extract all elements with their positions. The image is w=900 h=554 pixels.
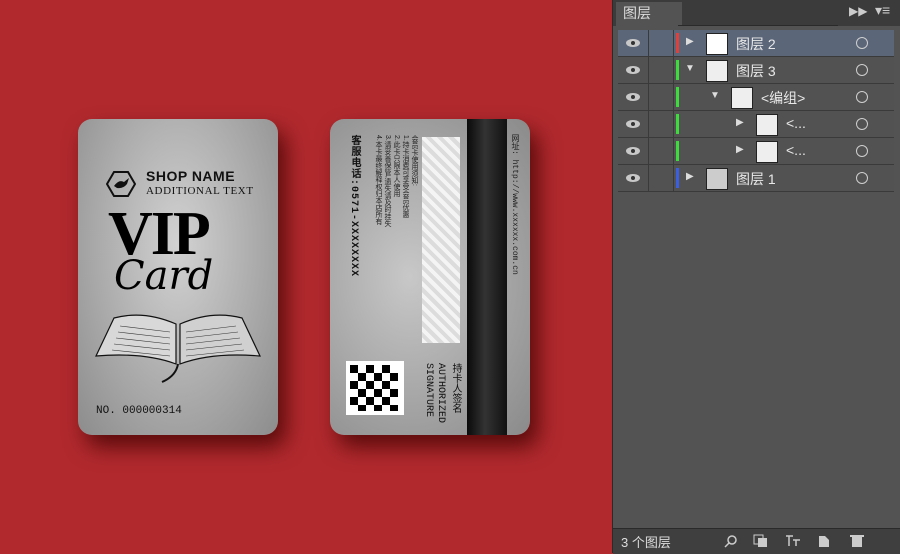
layer-thumbnail bbox=[731, 87, 753, 109]
authorized-signature-label: AUTHORIZED SIGNATURE bbox=[422, 363, 446, 423]
layer-row[interactable]: ▶ <... bbox=[618, 138, 894, 165]
expand-arrow-icon[interactable]: ▶ bbox=[686, 36, 694, 47]
layer-name[interactable]: 图层 3 bbox=[736, 61, 776, 81]
usage-note-line: 2.此卡只限本人使用 bbox=[393, 135, 400, 197]
shop-logo-icon bbox=[106, 171, 136, 197]
collapse-arrow-icon[interactable]: ▼ bbox=[685, 63, 695, 74]
expand-arrow-icon[interactable]: ▶ bbox=[686, 171, 694, 182]
eye-icon[interactable] bbox=[618, 57, 649, 83]
lock-toggle[interactable] bbox=[649, 57, 674, 83]
layer-name[interactable]: <... bbox=[786, 142, 806, 158]
layer-color-indicator bbox=[676, 60, 679, 80]
holder-signature-label: 持卡人签名 bbox=[450, 363, 461, 413]
layer-color-indicator bbox=[676, 141, 679, 161]
website-url: 网址: http://www.xxxxxx.com.cn bbox=[510, 134, 519, 275]
additional-text: ADDITIONAL TEXT bbox=[146, 185, 254, 197]
layer-name[interactable]: 图层 2 bbox=[736, 34, 776, 54]
qr-code-icon bbox=[346, 361, 404, 415]
lock-toggle[interactable] bbox=[649, 84, 674, 110]
layer-name[interactable]: <... bbox=[786, 115, 806, 131]
target-circle-icon[interactable] bbox=[856, 37, 868, 49]
layer-name[interactable]: 图层 1 bbox=[736, 169, 776, 189]
expand-arrow-icon[interactable]: ▶ bbox=[736, 117, 744, 128]
lock-toggle[interactable] bbox=[649, 111, 674, 137]
new-layer-icon[interactable] bbox=[817, 534, 833, 548]
layer-thumbnail bbox=[706, 33, 728, 55]
panel-menu-icon[interactable]: ▾≡ bbox=[875, 2, 890, 19]
layer-list: ▶ 图层 2 ▼ 图层 3 ▼ <编组> ▶ <... ▶ <... ▶ 图层 … bbox=[618, 30, 894, 192]
trash-icon[interactable] bbox=[849, 534, 865, 548]
vip-card-front: SHOP NAME ADDITIONAL TEXT VIP Card NO. 0… bbox=[78, 119, 278, 435]
lock-toggle[interactable] bbox=[649, 138, 674, 164]
open-book-illustration bbox=[95, 314, 261, 383]
panel-header: 图层 ▶▶ ▾≡ bbox=[613, 0, 900, 26]
target-circle-icon[interactable] bbox=[856, 64, 868, 76]
card-script-title: Card bbox=[114, 253, 214, 299]
usage-note-line: 4.本卡最终解释权归本店所有 bbox=[375, 135, 382, 225]
layer-row[interactable]: ▼ <编组> bbox=[618, 84, 894, 111]
target-circle-icon[interactable] bbox=[856, 118, 868, 130]
layer-name[interactable]: <编组> bbox=[761, 88, 805, 108]
lock-toggle[interactable] bbox=[649, 30, 674, 56]
layer-color-indicator bbox=[676, 33, 679, 53]
collapse-arrow-icon[interactable]: ▼ bbox=[710, 90, 720, 101]
tab-layers[interactable]: 图层 bbox=[616, 2, 682, 26]
target-circle-icon[interactable] bbox=[856, 145, 868, 157]
layer-row[interactable]: ▶ <... bbox=[618, 111, 894, 138]
layer-row[interactable]: ▶ 图层 2 bbox=[618, 30, 894, 57]
lock-toggle[interactable] bbox=[649, 165, 674, 191]
layers-panel: 图层 ▶▶ ▾≡ ▶ 图层 2 ▼ 图层 3 ▼ <编组> ▶ <... ▶ <… bbox=[612, 0, 900, 554]
layer-thumbnail bbox=[706, 60, 728, 82]
usage-notes: 会员卡使用须知: 1.持卡消费可享受会员优惠 2.此卡只限本人使用 3.请妥善保… bbox=[374, 135, 419, 227]
target-circle-icon[interactable] bbox=[856, 172, 868, 184]
layer-count: 3 个图层 bbox=[621, 535, 671, 550]
shop-name: SHOP NAME bbox=[146, 168, 236, 184]
artboard-canvas: SHOP NAME ADDITIONAL TEXT VIP Card NO. 0… bbox=[0, 0, 612, 553]
layer-row[interactable]: ▶ 图层 1 bbox=[618, 165, 894, 192]
eye-icon[interactable] bbox=[618, 30, 649, 56]
new-sublayer-icon[interactable] bbox=[785, 534, 801, 548]
card-number: NO. 000000314 bbox=[96, 405, 182, 417]
layer-color-indicator bbox=[676, 87, 679, 107]
clipping-mask-icon[interactable] bbox=[753, 534, 769, 548]
layer-thumbnail bbox=[756, 114, 778, 136]
layer-thumbnail bbox=[756, 141, 778, 163]
expand-arrow-icon[interactable]: ▶ bbox=[736, 144, 744, 155]
eye-icon[interactable] bbox=[618, 111, 649, 137]
signature-line: SIGNATURE bbox=[423, 363, 434, 418]
usage-note-line: 3.请妥善保管,遗失请及时挂失 bbox=[384, 135, 391, 227]
collapse-panel-icon[interactable]: ▶▶ bbox=[849, 4, 867, 18]
layer-row[interactable]: ▼ 图层 3 bbox=[618, 57, 894, 84]
service-hotline: 客服电话:0571-XXXXXXXX bbox=[348, 135, 359, 278]
eye-icon[interactable] bbox=[618, 138, 649, 164]
eye-icon[interactable] bbox=[618, 84, 649, 110]
panel-tab-bar bbox=[678, 2, 838, 26]
authorized-line: AUTHORIZED bbox=[435, 363, 446, 424]
usage-note-line: 会员卡使用须知: bbox=[411, 135, 418, 186]
vip-card-back: 客服电话:0571-XXXXXXXX 会员卡使用须知: 1.持卡消费可享受会员优… bbox=[330, 119, 530, 435]
signature-strip bbox=[422, 137, 460, 343]
eye-icon[interactable] bbox=[618, 165, 649, 191]
layer-color-indicator bbox=[676, 168, 679, 188]
layer-thumbnail bbox=[706, 168, 728, 190]
target-circle-icon[interactable] bbox=[856, 91, 868, 103]
locate-object-icon[interactable] bbox=[723, 534, 739, 548]
magnetic-stripe bbox=[467, 119, 507, 435]
layer-color-indicator bbox=[676, 114, 679, 134]
panel-footer: 3 个图层 bbox=[613, 528, 900, 554]
usage-note-line: 1.持卡消费可享受会员优惠 bbox=[402, 135, 409, 218]
